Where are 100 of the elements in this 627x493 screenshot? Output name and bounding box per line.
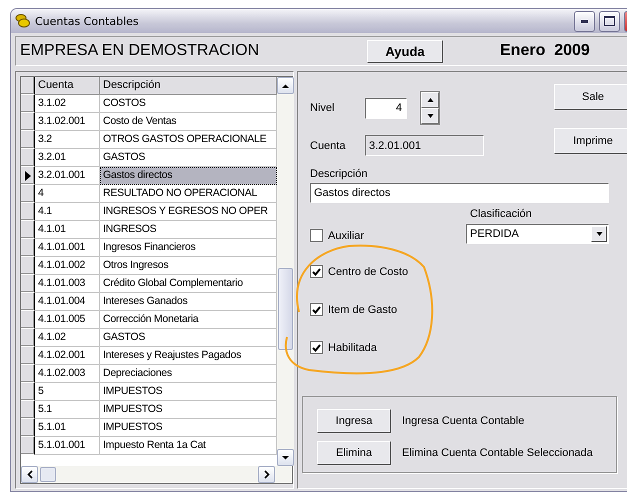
- table-cell: 4.1.02: [35, 329, 100, 347]
- table-cell: 3.1.02.001: [35, 113, 100, 131]
- table-cell: IMPUESTOS: [100, 419, 277, 437]
- minimize-icon: [581, 20, 588, 22]
- checkbox[interactable]: [310, 265, 323, 278]
- checkbox[interactable]: [310, 341, 323, 354]
- table-cell: GASTOS: [100, 329, 277, 347]
- table-cell: RESULTADO NO OPERACIONAL: [100, 185, 277, 203]
- action-button[interactable]: Elimina: [317, 441, 391, 465]
- checkbox-label: Item de Gasto: [328, 304, 398, 316]
- scroll-down-button[interactable]: [277, 449, 294, 466]
- scroll-thumb[interactable]: [278, 268, 293, 350]
- field-label: Clasificación: [470, 208, 533, 220]
- row-selector[interactable]: [21, 239, 35, 257]
- level-field[interactable]: 4: [365, 98, 407, 118]
- table-cell: Intereses Ganados: [100, 293, 277, 311]
- help-button[interactable]: Ayuda: [367, 40, 443, 62]
- table-cell: 4.1.01.005: [35, 311, 100, 329]
- action-description: Elimina Cuenta Contable Seleccionada: [402, 447, 593, 459]
- triangle-down-icon: [596, 232, 602, 236]
- table-cell: 4.1.01: [35, 221, 100, 239]
- table-cell: 3.2.01.001: [35, 167, 100, 185]
- table-cell: Impuesto Renta 1a Cat: [100, 437, 277, 455]
- scroll-up-button[interactable]: [277, 77, 294, 94]
- period-label: Enero 2009: [500, 42, 590, 60]
- row-selector[interactable]: [21, 311, 35, 329]
- table-cell: OTROS GASTOS OPERACIONALE: [100, 131, 277, 149]
- table-cell: Crédito Global Complementario: [100, 275, 277, 293]
- row-selector[interactable]: [21, 365, 35, 383]
- row-selector[interactable]: [21, 95, 35, 113]
- checkbox[interactable]: [310, 303, 323, 316]
- chevron-up-icon: [281, 82, 290, 88]
- table-cell: GASTOS: [100, 149, 277, 167]
- table-cell: Gastos directos: [100, 167, 277, 185]
- table-cell: Otros Ingresos: [100, 257, 277, 275]
- field-label: Descripción: [310, 168, 368, 180]
- maximize-button[interactable]: [599, 10, 620, 32]
- corner-header: [21, 77, 35, 95]
- row-selector[interactable]: [21, 329, 35, 347]
- table-cell: INGRESOS Y EGRESOS NO OPER: [100, 203, 277, 221]
- row-selector[interactable]: [21, 131, 35, 149]
- row-selector[interactable]: [21, 185, 35, 203]
- action-description: Ingresa Cuenta Contable: [402, 415, 524, 427]
- spin-up-button[interactable]: [421, 92, 439, 108]
- action-button[interactable]: Sale: [554, 84, 627, 110]
- minimize-button[interactable]: [574, 10, 595, 32]
- table-cell: 5: [35, 383, 100, 401]
- checkbox-label: Centro de Costo: [328, 266, 408, 278]
- chevron-right-icon: [264, 470, 270, 479]
- window-title: Cuentas Contables: [35, 14, 140, 28]
- chevron-left-icon: [26, 470, 32, 479]
- row-selector[interactable]: [21, 221, 35, 239]
- table-cell: Costo de Ventas: [100, 113, 277, 131]
- table-cell: 4.1.01.002: [35, 257, 100, 275]
- row-selector[interactable]: [21, 113, 35, 131]
- scroll-thumb[interactable]: [40, 467, 56, 482]
- scroll-left-button[interactable]: [21, 466, 38, 483]
- table-cell: 5.1.01: [35, 419, 100, 437]
- row-selector[interactable]: [21, 293, 35, 311]
- row-selector[interactable]: [21, 419, 35, 437]
- scroll-right-button[interactable]: [258, 466, 275, 483]
- table-cell: COSTOS: [100, 95, 277, 113]
- row-selector[interactable]: [21, 257, 35, 275]
- triangle-down-icon: [426, 114, 434, 118]
- row-selector[interactable]: [21, 383, 35, 401]
- row-selector[interactable]: [21, 149, 35, 167]
- classification-dropdown[interactable]: PERDIDA: [466, 224, 609, 244]
- row-selector[interactable]: [21, 167, 35, 185]
- column-header[interactable]: Cuenta: [35, 77, 100, 95]
- field-label: Cuenta: [310, 140, 346, 152]
- current-row-icon: [24, 170, 30, 180]
- table-cell: Ingresos Financieros: [100, 239, 277, 257]
- checkmark-icon: [312, 306, 321, 314]
- table-cell: 4.1.02.003: [35, 365, 100, 383]
- row-selector[interactable]: [21, 203, 35, 221]
- row-selector[interactable]: [21, 347, 35, 365]
- table-cell: 5.1.01.001: [35, 437, 100, 455]
- column-header[interactable]: Descripción: [100, 77, 277, 95]
- spin-down-button[interactable]: [421, 108, 439, 124]
- table-cell: 4.1: [35, 203, 100, 221]
- account-field[interactable]: 3.2.01.001: [365, 135, 484, 156]
- chevron-down-icon: [281, 454, 290, 460]
- triangle-up-icon: [426, 98, 434, 102]
- table-cell: Depreciaciones: [100, 365, 277, 383]
- table-cell: 3.2: [35, 131, 100, 149]
- checkbox[interactable]: [310, 229, 323, 242]
- table-cell: 4.1.01.001: [35, 239, 100, 257]
- row-selector[interactable]: [21, 275, 35, 293]
- field-label: Nivel: [310, 102, 336, 114]
- action-button[interactable]: Ingresa: [317, 409, 391, 433]
- action-button[interactable]: Imprime: [554, 128, 627, 154]
- table-cell: 3.1.02: [35, 95, 100, 113]
- table-cell: IMPUESTOS: [100, 383, 277, 401]
- row-selector[interactable]: [21, 401, 35, 419]
- checkbox-label: Auxiliar: [328, 230, 364, 242]
- row-selector[interactable]: [21, 437, 35, 455]
- description-field[interactable]: Gastos directos: [310, 183, 609, 203]
- table-cell: 4.1.01.003: [35, 275, 100, 293]
- table-cell: 4: [35, 185, 100, 203]
- checkmark-icon: [312, 268, 321, 276]
